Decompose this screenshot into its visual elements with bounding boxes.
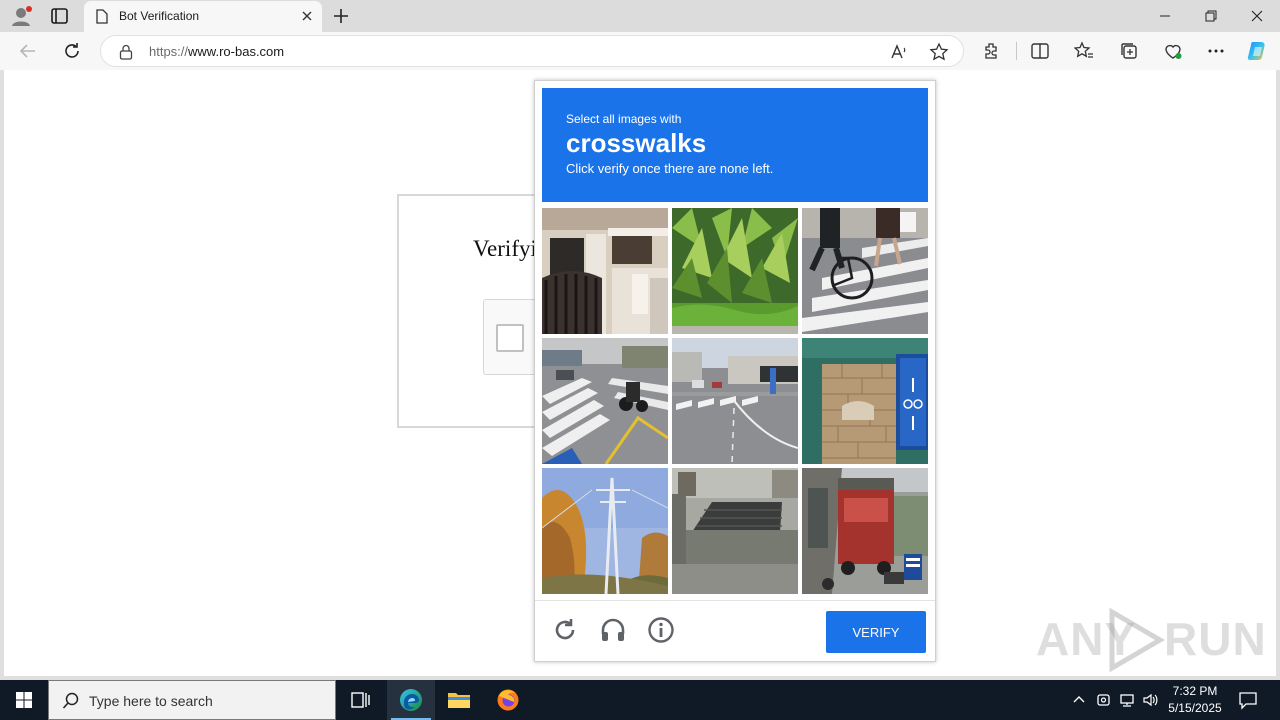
notifications-icon[interactable]: [1238, 690, 1258, 710]
tab-title: Bot Verification: [119, 9, 200, 23]
captcha-checkbox[interactable]: [496, 324, 524, 352]
url-domain: www.ro-bas.com: [188, 44, 285, 59]
page-icon: [96, 9, 108, 24]
clock-date: 5/15/2025: [1168, 701, 1222, 715]
reload-challenge-icon[interactable]: [551, 616, 579, 644]
image-tile-power-pylon-trees[interactable]: [542, 468, 668, 594]
taskbar-clock[interactable]: 7:32 PM 5/15/2025: [1166, 683, 1224, 717]
favorite-star-icon[interactable]: [929, 42, 949, 62]
split-screen-icon[interactable]: [1030, 41, 1050, 61]
firefox-icon: [497, 689, 519, 711]
image-tile-red-truck-alley[interactable]: [802, 468, 928, 594]
anyrun-watermark: ANY RUN: [1036, 608, 1266, 672]
toolbar-separator: [1016, 42, 1017, 60]
copilot-icon[interactable]: [1246, 39, 1270, 63]
watermark-text-right: RUN: [1164, 613, 1267, 665]
taskbar-file-explorer[interactable]: [435, 680, 483, 720]
challenge-target: crosswalks: [566, 128, 707, 158]
url-text: https://www.ro-bas.com: [149, 44, 284, 59]
more-options-icon[interactable]: [1206, 41, 1226, 61]
meet-now-icon[interactable]: [1096, 692, 1112, 708]
browser-essentials-icon[interactable]: [1163, 41, 1183, 61]
browser-toolbar: https://www.ro-bas.com: [0, 32, 1280, 70]
task-view-icon: [351, 692, 370, 708]
show-hidden-icons-icon[interactable]: [1071, 692, 1087, 708]
tab-actions-icon[interactable]: [50, 6, 70, 26]
verify-button[interactable]: VERIFY: [826, 611, 926, 653]
image-challenge-popup: Select all images with crosswalks Click …: [534, 80, 936, 662]
play-logo-icon: [1109, 608, 1165, 672]
taskbar-edge[interactable]: [387, 680, 435, 720]
image-tile-street-with-crosswalk[interactable]: [672, 338, 798, 464]
collections-icon[interactable]: [1119, 41, 1139, 61]
tab-strip: Bot Verification: [0, 0, 1280, 32]
image-tile-cyclist-on-crosswalk[interactable]: [802, 208, 928, 334]
browser-tab[interactable]: Bot Verification: [84, 1, 322, 32]
url-scheme: https://: [149, 44, 189, 59]
read-aloud-icon[interactable]: [889, 42, 909, 62]
challenge-instruction: Select all images with: [566, 112, 682, 126]
info-icon[interactable]: [647, 616, 675, 644]
challenge-footer: VERIFY: [535, 600, 935, 662]
windows-logo-icon: [16, 692, 32, 708]
taskbar-search[interactable]: Type here to search: [48, 680, 336, 720]
taskbar-firefox[interactable]: [484, 680, 532, 720]
refresh-icon[interactable]: [62, 41, 82, 61]
profile-icon[interactable]: [10, 5, 32, 27]
image-tile-bicycle-sign-wall[interactable]: [802, 338, 928, 464]
search-icon: [62, 692, 80, 710]
challenge-header: Select all images with crosswalks Click …: [542, 88, 928, 202]
audio-challenge-icon[interactable]: [599, 616, 627, 644]
close-tab-icon[interactable]: [300, 9, 314, 23]
start-button[interactable]: [0, 680, 48, 720]
verification-heading: Verifyi: [473, 236, 537, 261]
extensions-icon[interactable]: [982, 41, 1002, 61]
favorites-icon[interactable]: [1073, 41, 1094, 61]
page-viewport: Verifyi Select all images with crosswalk…: [4, 70, 1276, 676]
task-view-button[interactable]: [336, 680, 384, 720]
image-tile-house-gate[interactable]: [542, 208, 668, 334]
address-bar[interactable]: https://www.ro-bas.com: [100, 35, 964, 67]
new-tab-icon[interactable]: [332, 7, 350, 25]
clock-time: 7:32 PM: [1172, 684, 1218, 698]
challenge-hint: Click verify once there are none left.: [566, 161, 774, 176]
image-grid: [542, 208, 928, 594]
image-tile-scooter-at-crosswalk[interactable]: [542, 338, 668, 464]
network-icon[interactable]: [1119, 692, 1135, 708]
search-placeholder: Type here to search: [89, 693, 213, 709]
close-window-icon[interactable]: [1234, 0, 1280, 32]
lock-icon[interactable]: [119, 44, 133, 60]
image-tile-roof-and-wall[interactable]: [672, 468, 798, 594]
folder-icon: [448, 693, 470, 708]
edge-icon: [400, 689, 422, 711]
back-icon[interactable]: [18, 41, 38, 61]
windows-taskbar: Type here to search 7:32 PM 5/15/2025: [0, 680, 1280, 720]
minimize-icon[interactable]: [1142, 0, 1188, 32]
restore-icon[interactable]: [1188, 0, 1234, 32]
volume-icon[interactable]: [1142, 692, 1158, 708]
image-tile-green-plants[interactable]: [672, 208, 798, 334]
